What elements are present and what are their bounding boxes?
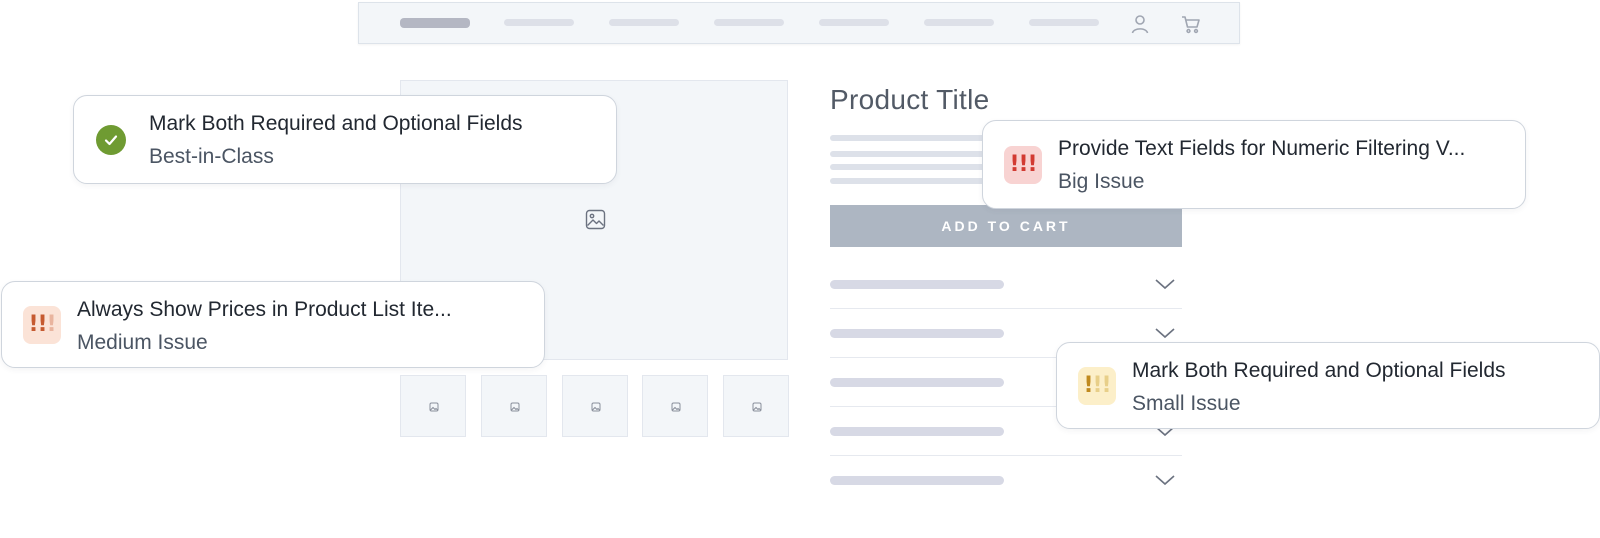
accordion-label [830, 329, 1004, 338]
nav-item[interactable] [819, 19, 889, 26]
callout-rating: Best-in-Class [149, 145, 274, 168]
callout-rating: Small Issue [1132, 392, 1241, 415]
image-icon [591, 402, 601, 412]
severity-medium-icon: !!! [23, 305, 61, 344]
severity-low-icon: !!! [1078, 366, 1116, 405]
nav-item[interactable] [504, 19, 574, 26]
add-to-cart-button[interactable]: ADD TO CART [830, 205, 1182, 247]
callout-title: Mark Both Required and Optional Fields [149, 112, 523, 135]
callout-card-medium-issue[interactable]: !!! Always Show Prices in Product List I… [1, 281, 545, 368]
accordion-label [830, 280, 1004, 289]
image-icon [752, 402, 762, 412]
callout-title: Mark Both Required and Optional Fields [1132, 359, 1506, 382]
accordion-label [830, 427, 1004, 436]
callout-title: Always Show Prices in Product List Ite..… [77, 298, 452, 321]
nav-item[interactable] [714, 19, 784, 26]
product-thumbnail[interactable] [642, 375, 708, 437]
chevron-down-icon [1155, 475, 1175, 486]
callout-rating: Medium Issue [77, 331, 208, 354]
top-navigation [358, 2, 1240, 44]
callout-rating: Big Issue [1058, 170, 1145, 193]
image-icon [671, 402, 681, 412]
severity-high-icon: !!! [1004, 145, 1042, 184]
product-thumbnail[interactable] [481, 375, 547, 437]
chevron-down-icon [1155, 328, 1175, 339]
check-icon [96, 124, 126, 155]
image-icon [510, 402, 520, 412]
accordion-label [830, 476, 1004, 485]
callout-card-best-in-class[interactable]: Mark Both Required and Optional Fields B… [73, 95, 617, 184]
image-icon [585, 209, 606, 235]
nav-item[interactable] [609, 19, 679, 26]
cart-icon[interactable] [1180, 13, 1202, 35]
product-thumbnail[interactable] [562, 375, 628, 437]
nav-item[interactable] [1029, 19, 1099, 26]
callout-card-small-issue[interactable]: !!! Mark Both Required and Optional Fiel… [1056, 342, 1600, 429]
chevron-down-icon [1155, 279, 1175, 290]
image-icon [429, 402, 439, 412]
nav-item[interactable] [924, 19, 994, 26]
accordion-row[interactable] [830, 260, 1182, 309]
product-thumbnail[interactable] [400, 375, 466, 437]
product-title: Product Title [830, 84, 990, 115]
callout-card-big-issue[interactable]: !!! Provide Text Fields for Numeric Filt… [982, 120, 1526, 209]
product-thumbnail[interactable] [723, 375, 789, 437]
accordion-label [830, 378, 1004, 387]
accordion-row[interactable] [830, 456, 1182, 505]
nav-item-active[interactable] [400, 18, 470, 28]
user-icon[interactable] [1129, 13, 1151, 35]
callout-title: Provide Text Fields for Numeric Filterin… [1058, 137, 1466, 160]
